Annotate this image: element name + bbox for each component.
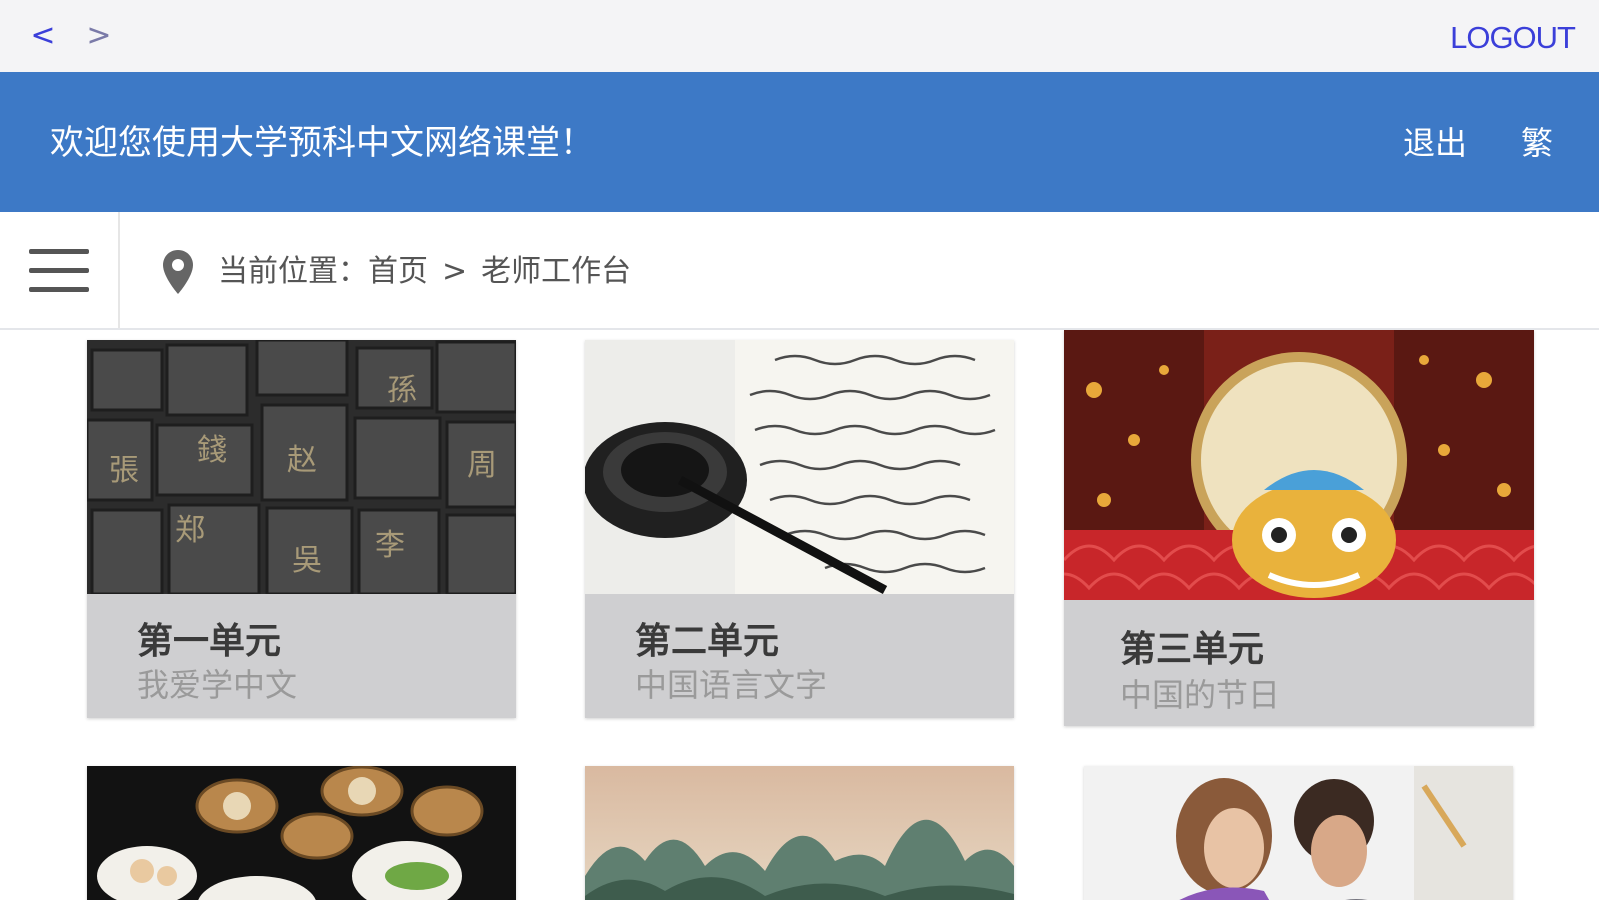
unit-title: 第二单元 [635, 621, 780, 662]
unit-title: 第三单元 [1120, 629, 1265, 670]
unit-subtitle: 我爱学中文 [137, 666, 298, 704]
movable-type-image: 張郑 赵 李 錢吳 周 孫 [87, 340, 516, 594]
unit-caption: 第二单元 中国语言文字 [585, 594, 1014, 718]
festival-lion-image [1064, 330, 1534, 600]
dim-sum-image [87, 766, 516, 900]
unit-subtitle: 中国语言文字 [635, 666, 828, 704]
unit-caption: 第一单元 我爱学中文 [87, 594, 516, 718]
unit-caption: 第三单元 中国的节日 [1064, 600, 1534, 726]
hamburger-menu-icon[interactable] [0, 212, 120, 328]
unit-card-2[interactable]: 第二单元 中国语言文字 [585, 340, 1014, 718]
svg-text:孫: 孫 [387, 373, 417, 408]
unit-card-1[interactable]: 張郑 赵 李 錢吳 周 孫 第一单元 我爱学中文 [87, 340, 516, 718]
unit-card-5[interactable] [585, 766, 1014, 900]
svg-text:李: 李 [375, 528, 405, 563]
calligraphy-image [585, 340, 1014, 594]
svg-text:周: 周 [467, 448, 497, 483]
traditional-chinese-toggle[interactable]: 繁 [1521, 120, 1553, 166]
breadcrumb-current: 老师工作台 [481, 254, 632, 289]
top-bar: < > LOGOUT [0, 0, 1599, 72]
svg-text:赵: 赵 [287, 443, 317, 478]
svg-text:張: 張 [109, 453, 139, 488]
breadcrumb-bar: 当前位置：首页 > 老师工作台 [0, 212, 1599, 330]
back-button[interactable]: < [26, 18, 60, 54]
svg-text:郑: 郑 [175, 513, 205, 548]
svg-text:吳: 吳 [292, 543, 322, 578]
location-pin-icon [163, 250, 193, 294]
welcome-header: 欢迎您使用大学预科中文网络课堂！ 退出 繁 [0, 72, 1599, 212]
unit-card-6[interactable] [1084, 766, 1513, 900]
unit-grid: 張郑 赵 李 錢吳 周 孫 第一单元 我爱学中文 第二单元 中国语言文字 第三单元 中… [0, 330, 1599, 900]
forward-button[interactable]: > [82, 18, 116, 54]
exit-link[interactable]: 退出 [1403, 120, 1467, 166]
breadcrumb-prefix: 当前位置： [218, 254, 368, 289]
logout-button[interactable]: LOGOUT [1450, 18, 1576, 58]
breadcrumb: 当前位置：首页 > 老师工作台 [218, 248, 631, 296]
breadcrumb-home-link[interactable]: 首页 [368, 254, 428, 289]
unit-title: 第一单元 [137, 621, 282, 662]
welcome-text: 欢迎您使用大学预科中文网络课堂！ [50, 123, 594, 163]
breadcrumb-separator: > [442, 254, 468, 289]
unit-card-4[interactable] [87, 766, 516, 900]
students-studying-image [1084, 766, 1513, 900]
karst-mountains-image [585, 766, 1014, 900]
svg-text:錢: 錢 [197, 433, 227, 468]
unit-card-3[interactable]: 第三单元 中国的节日 [1064, 330, 1534, 726]
unit-subtitle: 中国的节日 [1120, 676, 1281, 714]
